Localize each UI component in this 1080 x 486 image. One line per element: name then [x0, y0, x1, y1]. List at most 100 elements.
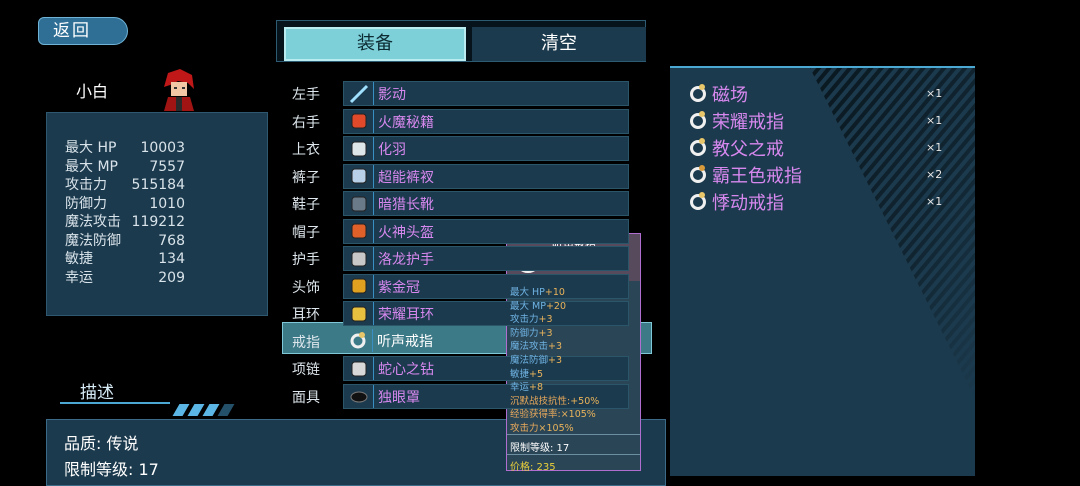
equipment-slot[interactable]: 影动 — [343, 81, 629, 106]
tooltip-stat-line: 魔法防御+3 — [510, 352, 562, 366]
stat-label: 敏捷 — [65, 251, 93, 267]
tooltip-stat-bonus: +50% — [570, 395, 600, 407]
godfather-ring-icon — [688, 137, 708, 157]
description-divider — [60, 402, 170, 404]
decor-stripe — [172, 404, 190, 416]
conqueror-ring-icon — [688, 164, 708, 184]
equipment-slot[interactable]: 火神头盔 — [343, 218, 629, 244]
decor-stripe — [187, 404, 205, 416]
tooltip-stat-bonus: +3 — [538, 327, 553, 339]
slot-label-11: 面具 — [292, 389, 320, 406]
tooltip-stat-label: 魔法攻击 — [510, 341, 549, 353]
stat-value: 209 — [158, 269, 185, 286]
equipment-slot[interactable]: 洛龙护手 — [343, 246, 629, 271]
inventory-item-name[interactable]: 悸动戒指 — [712, 189, 784, 215]
crown-icon — [344, 274, 374, 298]
inventory-item-name[interactable]: 荣耀戒指 — [712, 108, 784, 134]
equipment-slot[interactable]: 超能裤衩 — [343, 163, 629, 189]
item-level-limit: 限制等级: 17 — [64, 460, 159, 479]
tooltip-stat-label: 经验获得率: — [510, 409, 561, 421]
tooltip-stat-label: 魔法防御 — [510, 355, 549, 366]
tooltip-level-limit: 限制等级: 17 — [510, 443, 570, 454]
tooltip-stat-label: 最大 MP — [510, 300, 546, 312]
tab-equip[interactable]: 装备 — [284, 27, 466, 61]
equipment-slot[interactable]: 暗猎长靴 — [343, 191, 629, 216]
inventory-item-name[interactable]: 磁场 — [712, 81, 748, 107]
slot-label-10: 项链 — [292, 362, 320, 378]
armor-icon — [344, 137, 374, 160]
tooltip-stat-label: 沉默战技抗性: — [510, 395, 571, 407]
stats-panel: 最大 HP 10003 最大 MP 7557 攻击力 515184 防御力 1010 魔法攻击 1… — [46, 112, 268, 316]
slot-label-3: 裤子 — [292, 169, 320, 186]
slot-item-name: 化羽 — [378, 142, 406, 158]
tooltip-stat-bonus: +3 — [538, 314, 553, 326]
eyepatch-icon — [344, 384, 374, 408]
tooltip-stat-bonus: +3 — [548, 355, 563, 366]
tooltip-stat-bonus: +5 — [529, 368, 544, 380]
tooltip-stat-bonus: ×105% — [538, 423, 574, 434]
earring-icon — [344, 302, 374, 325]
inventory-item-count: ×1 — [926, 87, 943, 100]
tooltip-stat-label: 防御力 — [510, 327, 539, 339]
slot-item-name: 听声戒指 — [377, 333, 433, 350]
tooltip-stat-line: 经验获得率:×105% — [510, 406, 596, 420]
inventory-item-name[interactable]: 霸王色戒指 — [712, 162, 802, 188]
slot-label-4: 鞋子 — [292, 197, 320, 213]
equipment-slot[interactable]: 紫金冠 — [343, 273, 629, 299]
slot-label-7: 头饰 — [292, 279, 320, 296]
stat-value: 515184 — [131, 177, 185, 193]
slot-label-8: 耳环 — [292, 307, 320, 323]
slot-label-2: 上衣 — [292, 142, 320, 158]
inventory-item-count: ×1 — [926, 141, 943, 154]
tooltip-stat-bonus: +20 — [545, 300, 567, 312]
stat-label: 防御力 — [65, 195, 107, 212]
slot-item-name: 紫金冠 — [378, 279, 420, 296]
stat-label: 攻击力 — [65, 177, 107, 193]
tooltip-stat-line: 沉默战技抗性:+50% — [510, 393, 599, 407]
tooltip-stat-line: 攻击力+3 — [510, 311, 553, 325]
inventory-item-name[interactable]: 教父之戒 — [712, 135, 784, 161]
slot-label-6: 护手 — [292, 252, 320, 268]
slot-item-name: 洛龙护手 — [378, 252, 434, 268]
tab-clear[interactable]: 清空 — [472, 27, 646, 61]
slot-item-name: 独眼罩 — [378, 389, 420, 406]
slot-item-name: 蛇心之钻 — [378, 362, 434, 378]
tooltip-stat-bonus: ×105% — [560, 409, 596, 421]
tooltip-stat-line: 最大 HP+10 — [510, 284, 565, 298]
gauntlet-icon — [344, 247, 374, 270]
slot-item-name: 火神头盔 — [378, 224, 434, 241]
magnet-ring-icon — [688, 83, 708, 103]
stat-row: 敏捷 134 — [65, 250, 185, 269]
slot-item-name: 暗猎长靴 — [378, 197, 434, 213]
tooltip-stat-line: 敏捷+5 — [510, 366, 543, 380]
sword-icon — [344, 82, 374, 105]
ring-icon — [343, 328, 373, 352]
tooltip-stat-label: 攻击力 — [510, 423, 539, 434]
glory-ring-icon — [688, 110, 708, 130]
stat-label: 幸运 — [65, 269, 93, 286]
stat-row: 最大 MP 7557 — [65, 158, 185, 177]
tooltip-stat-bonus: +8 — [529, 382, 544, 394]
tooltip-stat-label: 敏捷 — [510, 368, 530, 380]
equipment-slot[interactable]: 化羽 — [343, 136, 629, 161]
equipment-slot[interactable]: 听声戒指 — [343, 328, 629, 354]
back-button[interactable]: 返回 — [38, 17, 128, 45]
tooltip-divider — [507, 454, 640, 455]
equipment-slot[interactable]: 火魔秘籍 — [343, 108, 629, 134]
decor-stripe — [202, 404, 220, 416]
slot-label-0: 左手 — [292, 87, 320, 103]
stat-row: 防御力 1010 — [65, 195, 185, 214]
equipment-slot[interactable]: 荣耀耳环 — [343, 301, 629, 326]
tooltip-stat-label: 攻击力 — [510, 314, 539, 326]
decor-stripe — [217, 404, 235, 416]
slot-label-5: 帽子 — [292, 224, 320, 241]
equipment-slot[interactable]: 蛇心之钻 — [343, 356, 629, 381]
tooltip-stat-line: 攻击力×105% — [510, 420, 574, 434]
necklace-icon — [344, 357, 374, 380]
stat-value: 1010 — [149, 195, 185, 212]
tooltip-stat-line: 魔法攻击+3 — [510, 338, 562, 352]
tooltip-stat-line: 防御力+3 — [510, 325, 553, 339]
item-quality: 品质: 传说 — [64, 434, 139, 453]
stat-value: 134 — [158, 251, 185, 267]
tooltip-stat-line: 最大 MP+20 — [510, 298, 566, 312]
